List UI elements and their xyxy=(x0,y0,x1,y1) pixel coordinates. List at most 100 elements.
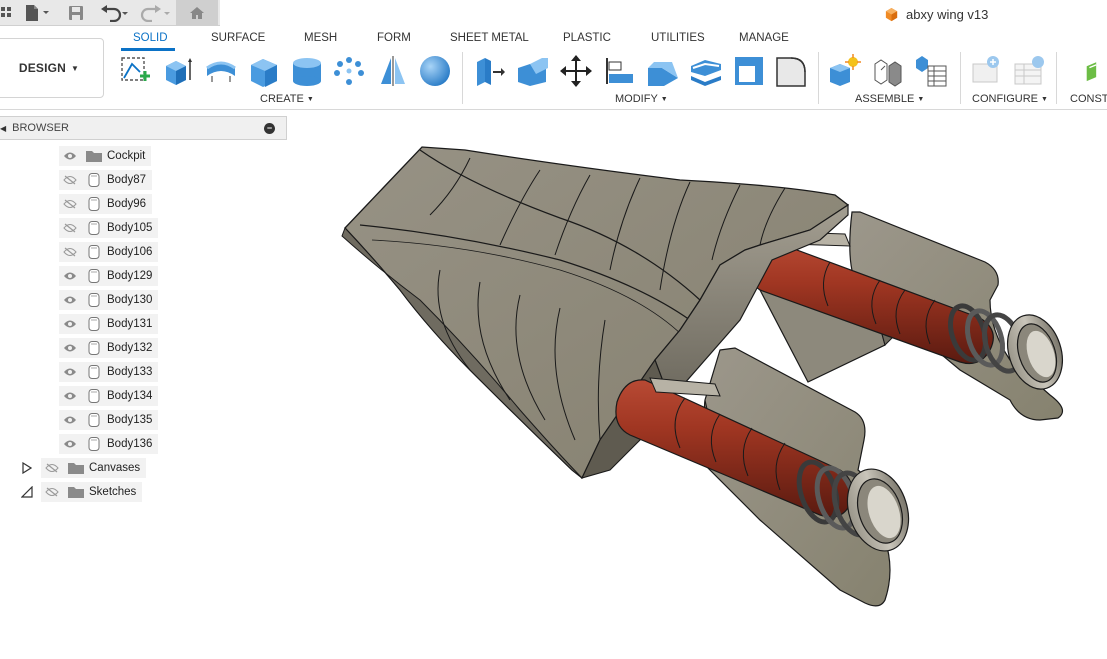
eye-hidden-icon[interactable] xyxy=(59,194,81,214)
configure-rule-icon[interactable] xyxy=(970,54,1004,88)
browser-item[interactable]: Body135 xyxy=(59,410,159,430)
revolve-icon[interactable] xyxy=(204,54,238,88)
assemble-menu[interactable]: ASSEMBLE ▼ xyxy=(855,93,924,105)
mirror-icon[interactable] xyxy=(376,54,410,88)
browser-header[interactable]: ◀ BROWSER − xyxy=(0,116,287,140)
eye-icon[interactable] xyxy=(59,362,81,382)
body-icon xyxy=(81,362,107,382)
undo-icon[interactable] xyxy=(98,2,132,24)
browser-item-label: Body105 xyxy=(107,222,153,234)
browser-item[interactable]: Cockpit xyxy=(59,146,152,166)
browser-item[interactable]: Body131 xyxy=(59,314,159,334)
body-icon xyxy=(81,194,107,214)
cylinder-icon[interactable] xyxy=(290,54,324,88)
collapse-triangle-icon[interactable]: ◀ xyxy=(0,124,6,133)
eye-hidden-icon[interactable] xyxy=(41,482,63,502)
browser-item[interactable]: Body96 xyxy=(59,194,153,214)
create-sketch-icon[interactable] xyxy=(118,54,152,88)
tab-solid[interactable]: SOLID xyxy=(133,32,168,44)
browser-folder[interactable]: Canvases xyxy=(41,458,147,478)
file-icon[interactable] xyxy=(22,2,52,24)
browser-item[interactable]: Body87 xyxy=(59,170,153,190)
save-icon[interactable] xyxy=(66,2,86,24)
new-component-icon[interactable] xyxy=(828,54,862,88)
eye-hidden-icon[interactable] xyxy=(59,170,81,190)
browser-item-label: Body132 xyxy=(107,342,153,354)
configure-table-icon[interactable] xyxy=(1012,54,1046,88)
tab-form[interactable]: FORM xyxy=(377,32,411,44)
browser-item[interactable]: Body133 xyxy=(59,362,159,382)
browser-item-label: Body87 xyxy=(107,174,147,186)
browser-item[interactable]: Body134 xyxy=(59,386,159,406)
eye-icon[interactable] xyxy=(59,386,81,406)
eye-icon[interactable] xyxy=(59,434,81,454)
move-icon[interactable] xyxy=(559,54,593,88)
body-icon xyxy=(81,434,107,454)
eye-hidden-icon[interactable] xyxy=(59,218,81,238)
browser-item-label: Cockpit xyxy=(107,150,146,162)
model-viewport[interactable] xyxy=(300,120,1107,654)
workspace-switcher[interactable]: DESIGN ▼ xyxy=(0,38,104,98)
browser-item[interactable]: Body129 xyxy=(59,266,159,286)
minus-icon[interactable]: − xyxy=(264,123,275,134)
redo-icon[interactable] xyxy=(138,2,172,24)
box-icon[interactable] xyxy=(247,54,281,88)
eye-icon[interactable] xyxy=(59,290,81,310)
tab-mesh[interactable]: MESH xyxy=(304,32,337,44)
tab-manage[interactable]: MANAGE xyxy=(739,32,789,44)
joint-icon[interactable] xyxy=(871,54,905,88)
expand-triangle-icon[interactable] xyxy=(20,461,34,475)
home-icon[interactable] xyxy=(176,0,218,26)
body-icon xyxy=(81,290,107,310)
eye-icon[interactable] xyxy=(59,338,81,358)
construct-plane-icon[interactable] xyxy=(1084,54,1107,88)
browser-folder-label: Sketches xyxy=(89,486,137,498)
browser-item-label: Body96 xyxy=(107,198,147,210)
grid-icon[interactable] xyxy=(0,2,12,24)
shell-icon[interactable] xyxy=(689,54,723,88)
eye-hidden-icon[interactable] xyxy=(41,458,63,478)
extrude-icon[interactable] xyxy=(160,54,194,88)
chamfer-icon[interactable] xyxy=(646,54,680,88)
body-icon xyxy=(81,242,107,262)
fillet-icon[interactable] xyxy=(516,54,550,88)
tab-sheet-metal[interactable]: SHEET METAL xyxy=(450,32,529,44)
create-menu[interactable]: CREATE ▼ xyxy=(260,93,314,105)
press-pull-icon[interactable] xyxy=(473,54,507,88)
browser-item[interactable]: Body130 xyxy=(59,290,159,310)
eye-icon[interactable] xyxy=(59,266,81,286)
body-icon xyxy=(81,218,107,238)
body-icon xyxy=(81,170,107,190)
browser-title: BROWSER xyxy=(12,122,69,134)
construct-menu[interactable]: CONSTR xyxy=(1070,93,1107,105)
browser-item[interactable]: Body105 xyxy=(59,218,159,238)
split-body-icon[interactable] xyxy=(732,54,766,88)
combine-icon[interactable] xyxy=(774,54,808,88)
document-title-text: abxy wing v13 xyxy=(906,6,989,22)
tab-utilities[interactable]: UTILITIES xyxy=(651,32,705,44)
modify-menu[interactable]: MODIFY ▼ xyxy=(615,93,668,105)
eye-icon[interactable] xyxy=(59,410,81,430)
3d-model-render[interactable] xyxy=(300,120,1107,654)
browser-folder[interactable]: Sketches xyxy=(41,482,143,502)
eye-hidden-icon[interactable] xyxy=(59,242,81,262)
browser-folder-label: Canvases xyxy=(89,462,141,474)
collapse-triangle-icon[interactable] xyxy=(20,485,34,499)
tab-surface[interactable]: SURFACE xyxy=(211,32,265,44)
configure-menu[interactable]: CONFIGURE ▼ xyxy=(972,93,1048,105)
sphere-icon[interactable] xyxy=(418,54,452,88)
quick-access-bar xyxy=(0,0,220,26)
document-title[interactable]: abxy wing v13 xyxy=(884,5,988,23)
eye-icon[interactable] xyxy=(59,146,81,166)
assemble-table-icon[interactable] xyxy=(914,54,948,88)
pattern-icon[interactable] xyxy=(332,54,366,88)
align-icon[interactable] xyxy=(603,54,637,88)
ribbon-separator xyxy=(960,52,961,104)
browser-item-label: Body130 xyxy=(107,294,153,306)
browser-item-label: Body134 xyxy=(107,390,153,402)
browser-item[interactable]: Body106 xyxy=(59,242,159,262)
eye-icon[interactable] xyxy=(59,314,81,334)
browser-item[interactable]: Body132 xyxy=(59,338,159,358)
browser-item[interactable]: Body136 xyxy=(59,434,159,454)
tab-plastic[interactable]: PLASTIC xyxy=(563,32,611,44)
